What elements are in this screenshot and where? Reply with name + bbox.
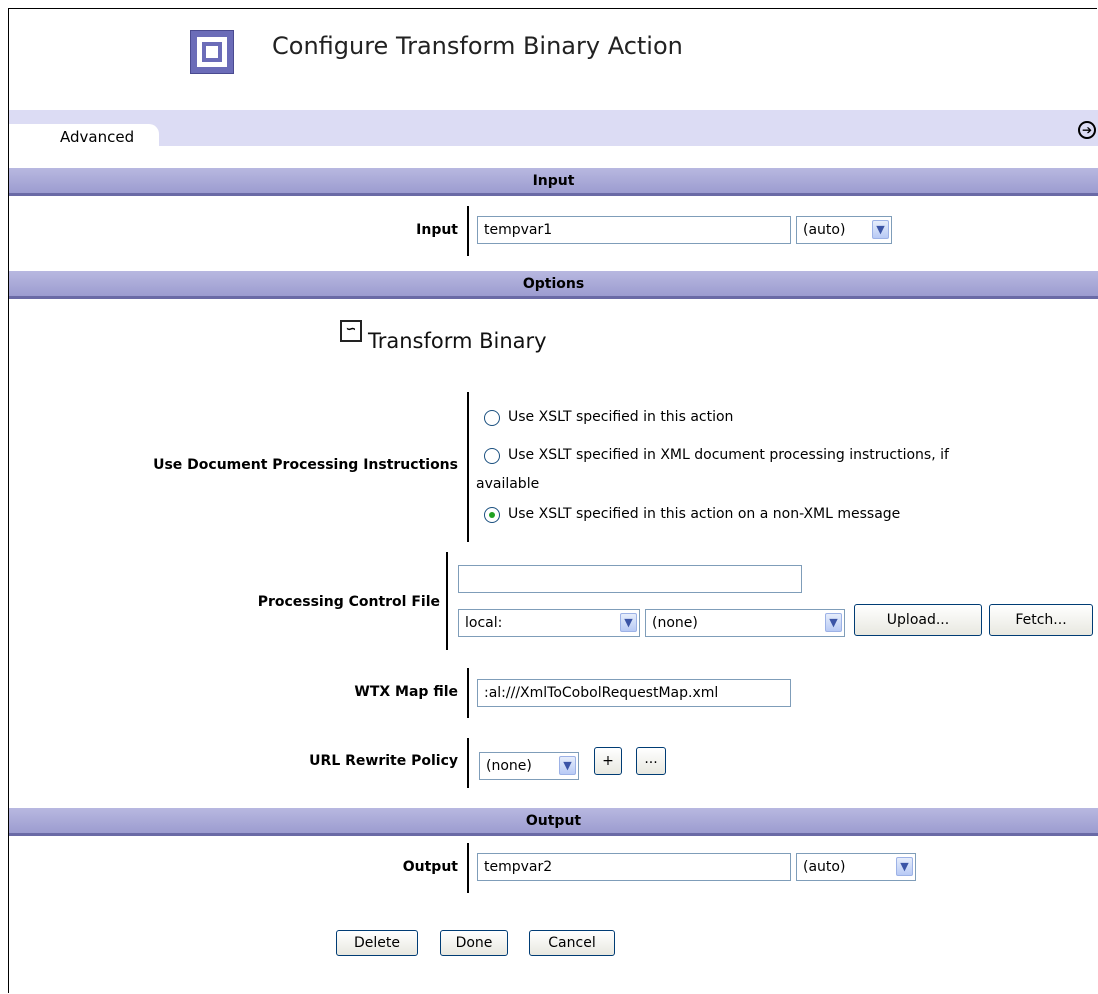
url-rewrite-policy-select[interactable]: (none) ▼ bbox=[479, 752, 579, 780]
radio-use-xslt-pi-label-cont: available bbox=[476, 476, 540, 492]
divider bbox=[467, 668, 469, 718]
fetch-button[interactable]: Fetch... bbox=[989, 604, 1093, 636]
done-button[interactable]: Done bbox=[440, 930, 508, 956]
input-context-select[interactable]: (auto) ▼ bbox=[796, 216, 892, 244]
cancel-button[interactable]: Cancel bbox=[529, 930, 615, 956]
upload-button[interactable]: Upload... bbox=[854, 604, 982, 636]
section-output-header: Output bbox=[9, 808, 1098, 836]
pcf-location-value: local: bbox=[465, 615, 503, 631]
divider bbox=[467, 843, 469, 893]
chevron-down-icon[interactable]: ▼ bbox=[825, 613, 842, 632]
output-context-select[interactable]: (auto) ▼ bbox=[796, 853, 916, 881]
section-input-header: Input bbox=[9, 168, 1098, 196]
page-title: Configure Transform Binary Action bbox=[272, 32, 683, 60]
url-rewrite-policy-label: URL Rewrite Policy bbox=[309, 753, 458, 769]
input-field[interactable]: tempvar1 bbox=[477, 216, 791, 244]
output-label: Output bbox=[402, 859, 458, 875]
input-label: Input bbox=[416, 222, 458, 238]
wtx-map-file-label: WTX Map file bbox=[354, 684, 458, 700]
divider bbox=[467, 738, 469, 788]
pcf-file-value: (none) bbox=[652, 615, 698, 631]
chevron-down-icon[interactable]: ▼ bbox=[620, 613, 637, 632]
divider bbox=[446, 552, 448, 650]
chevron-down-icon[interactable]: ▼ bbox=[872, 220, 889, 239]
radio-use-xslt-nonxml-label: Use XSLT specified in this action on a n… bbox=[508, 506, 901, 522]
page-frame bbox=[8, 8, 1097, 993]
delete-button[interactable]: Delete bbox=[336, 930, 418, 956]
radio-use-xslt-action[interactable] bbox=[484, 410, 500, 426]
radio-use-xslt-pi-label: Use XSLT specified in XML document proce… bbox=[508, 447, 949, 463]
radio-use-xslt-nonxml[interactable] bbox=[484, 507, 500, 523]
transform-binary-icon: ∽ bbox=[340, 320, 362, 342]
chevron-down-icon[interactable]: ▼ bbox=[559, 756, 576, 775]
processing-control-file-input[interactable] bbox=[458, 565, 802, 593]
pcf-file-select[interactable]: (none) ▼ bbox=[645, 609, 845, 637]
divider bbox=[467, 392, 469, 542]
advanced-tab-label[interactable]: Advanced bbox=[60, 128, 134, 146]
section-options-header: Options bbox=[9, 271, 1098, 299]
url-rewrite-policy-value: (none) bbox=[486, 758, 532, 774]
edit-policy-button[interactable]: ... bbox=[636, 747, 666, 775]
processing-control-file-label: Processing Control File bbox=[257, 594, 440, 610]
wtx-map-file-input[interactable]: :al:///XmlToCobolRequestMap.xml bbox=[477, 679, 791, 707]
output-context-value: (auto) bbox=[803, 859, 846, 875]
doc-processing-label: Use Document Processing Instructions bbox=[153, 457, 458, 473]
input-context-value: (auto) bbox=[803, 222, 846, 238]
advanced-band bbox=[9, 110, 1098, 146]
transform-binary-title: Transform Binary bbox=[368, 329, 547, 353]
output-field[interactable]: tempvar2 bbox=[477, 853, 791, 881]
divider bbox=[467, 206, 469, 256]
action-logo-icon bbox=[190, 30, 234, 74]
chevron-down-icon[interactable]: ▼ bbox=[896, 857, 913, 876]
arrow-right-icon[interactable]: ➔ bbox=[1078, 121, 1096, 139]
radio-use-xslt-pi[interactable] bbox=[484, 448, 500, 464]
radio-use-xslt-action-label: Use XSLT specified in this action bbox=[508, 409, 734, 425]
pcf-location-select[interactable]: local: ▼ bbox=[458, 609, 640, 637]
add-policy-button[interactable]: + bbox=[594, 747, 622, 775]
